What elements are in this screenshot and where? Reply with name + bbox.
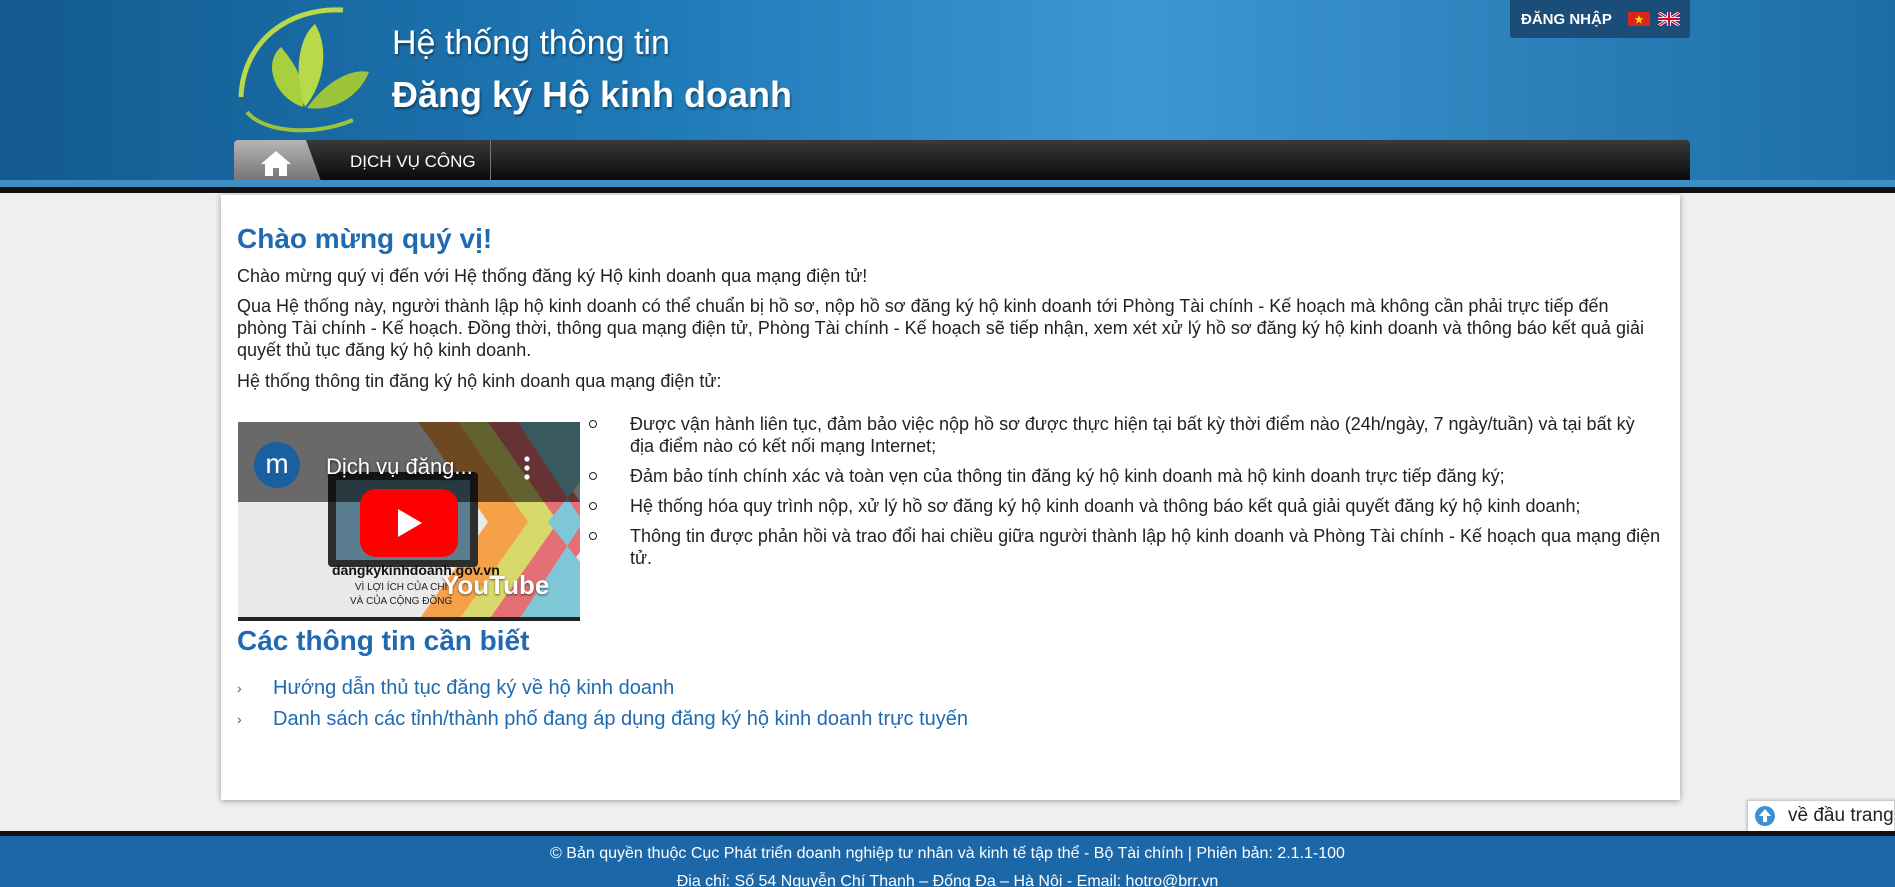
uk-flag-icon[interactable]: [1657, 10, 1681, 28]
channel-avatar[interactable]: m: [254, 442, 300, 488]
footer-address: Địa chỉ: Số 54 Nguyễn Chí Thanh – Đống Đ…: [0, 873, 1895, 887]
youtube-video-embed[interactable]: m Dịch vụ đăng... dangkykinhdoanh.gov.vn…: [238, 422, 580, 621]
footer-copyright: © Bản quyền thuộc Cục Phát triển doanh n…: [550, 845, 1345, 862]
chevron-right-icon: ›: [237, 711, 242, 727]
feature-item: Thông tin được phản hồi và trao đổi hai …: [588, 525, 1663, 569]
feature-item: Hệ thống hóa quy trình nộp, xử lý hồ sơ …: [588, 495, 1663, 517]
feature-item: Được vận hành liên tục, đảm bảo việc nộp…: [588, 413, 1663, 457]
feature-item: Đảm bảo tính chính xác và toàn vẹn của t…: [588, 465, 1663, 487]
more-vert-icon[interactable]: [524, 456, 530, 480]
welcome-title: Chào mừng quý vị!: [237, 223, 493, 254]
provinces-list-link[interactable]: Danh sách các tỉnh/thành phố đang áp dụn…: [273, 708, 968, 730]
main-content: Chào mừng quý vị! Chào mừng quý vị đến v…: [221, 195, 1680, 800]
site-title-line1: Hệ thống thông tin: [392, 24, 670, 62]
chevron-right-icon: ›: [237, 680, 242, 696]
home-tab[interactable]: [234, 140, 322, 184]
video-title[interactable]: Dịch vụ đăng...: [326, 454, 473, 480]
footer-email-link[interactable]: hotro@brr.vn: [1126, 873, 1219, 887]
site-title-line2: Đăng ký Hộ kinh doanh: [392, 74, 793, 115]
list-intro-text: Hệ thống thông tin đăng ký hộ kinh doanh…: [237, 371, 722, 391]
description-text: Qua Hệ thống này, người thành lập hộ kin…: [237, 296, 1644, 360]
feature-list: Được vận hành liên tục, đảm bảo việc nộp…: [588, 413, 1663, 577]
info-link-item: › Danh sách các tỉnh/thành phố đang áp d…: [237, 704, 968, 735]
intro-text: Chào mừng quý vị đến với Hệ thống đăng k…: [237, 266, 868, 286]
login-bar: ĐĂNG NHẬP: [1510, 0, 1690, 38]
info-section-title: Các thông tin cần biết: [237, 625, 530, 656]
header-bottom-bar: [0, 187, 1895, 193]
footer-address-text: Địa chỉ: Số 54 Nguyễn Chí Thanh – Đống Đ…: [676, 873, 1126, 887]
video-caption-sub: VÌ LỢI ÍCH CỦA CHÍ VÀ CỦA CỘNG ĐỒNG: [350, 581, 452, 609]
arrow-up-circle-icon: [1755, 806, 1775, 826]
vietnam-flag-icon[interactable]: [1627, 12, 1650, 26]
leaf-logo[interactable]: [233, 2, 373, 137]
site-header: Hệ thống thông tin Đăng ký Hộ kinh doanh…: [0, 0, 1895, 193]
home-icon[interactable]: [259, 149, 293, 177]
login-link[interactable]: ĐĂNG NHẬP: [1521, 11, 1612, 28]
back-to-top-button[interactable]: về đầu trang: [1747, 800, 1895, 832]
guide-link[interactable]: Hướng dẫn thủ tục đăng ký về hộ kinh doa…: [273, 677, 674, 699]
main-nav: DỊCH VỤ CÔNG: [234, 140, 1690, 184]
back-to-top-label: về đầu trang: [1788, 805, 1894, 826]
site-footer: © Bản quyền thuộc Cục Phát triển doanh n…: [0, 831, 1895, 887]
video-caption-sub-line1: VÌ LỢI ÍCH CỦA CHÍ: [354, 582, 448, 593]
play-button-icon[interactable]: [360, 489, 458, 557]
nav-item-public-services[interactable]: DỊCH VỤ CÔNG: [350, 140, 491, 184]
info-link-list: › Hướng dẫn thủ tục đăng ký về hộ kinh d…: [237, 673, 968, 735]
video-caption-sub-line2: VÀ CỦA CỘNG ĐỒNG: [350, 596, 453, 607]
youtube-logo[interactable]: YouTube: [442, 570, 549, 601]
info-link-item: › Hướng dẫn thủ tục đăng ký về hộ kinh d…: [237, 673, 968, 704]
